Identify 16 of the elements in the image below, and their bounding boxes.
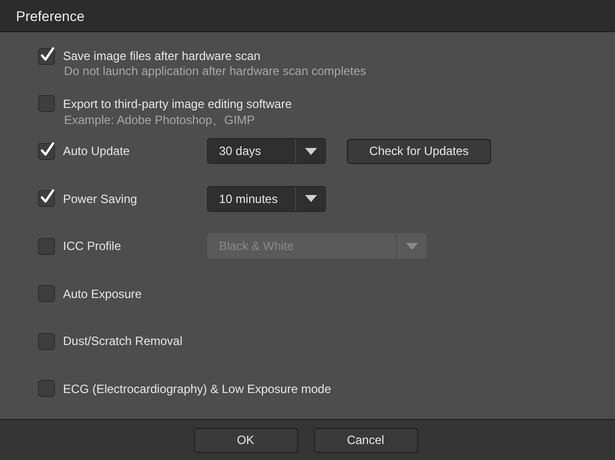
- dialog-button[interactable]: OK: [194, 428, 298, 452]
- option-label: Export to third-party image editing software: [63, 96, 292, 110]
- option-label: ICC Profile: [63, 239, 122, 253]
- dialog-button[interactable]: Cancel: [314, 428, 418, 452]
- option-label: Auto Update: [63, 144, 130, 158]
- option-label: Dust/Scratch Removal: [63, 334, 182, 348]
- option-description: Example: Adobe Photoshop、GIMP: [64, 112, 256, 128]
- option-label: ECG (Electrocardiography) & Low Exposure mode: [63, 382, 332, 396]
- check-updates-button[interactable]: Check for Updates: [347, 138, 491, 164]
- dropdown[interactable]: 30 days: [207, 138, 326, 164]
- option-label: Save image files after hardware scan: [63, 49, 260, 63]
- option-description: Do not launch application after hardware scan completes: [64, 64, 368, 78]
- window-title: Preference: [16, 8, 84, 24]
- dropdown[interactable]: 10 minutes: [207, 186, 326, 212]
- option-label: Power Saving: [63, 192, 138, 206]
- option-label: Auto Exposure: [63, 286, 142, 300]
